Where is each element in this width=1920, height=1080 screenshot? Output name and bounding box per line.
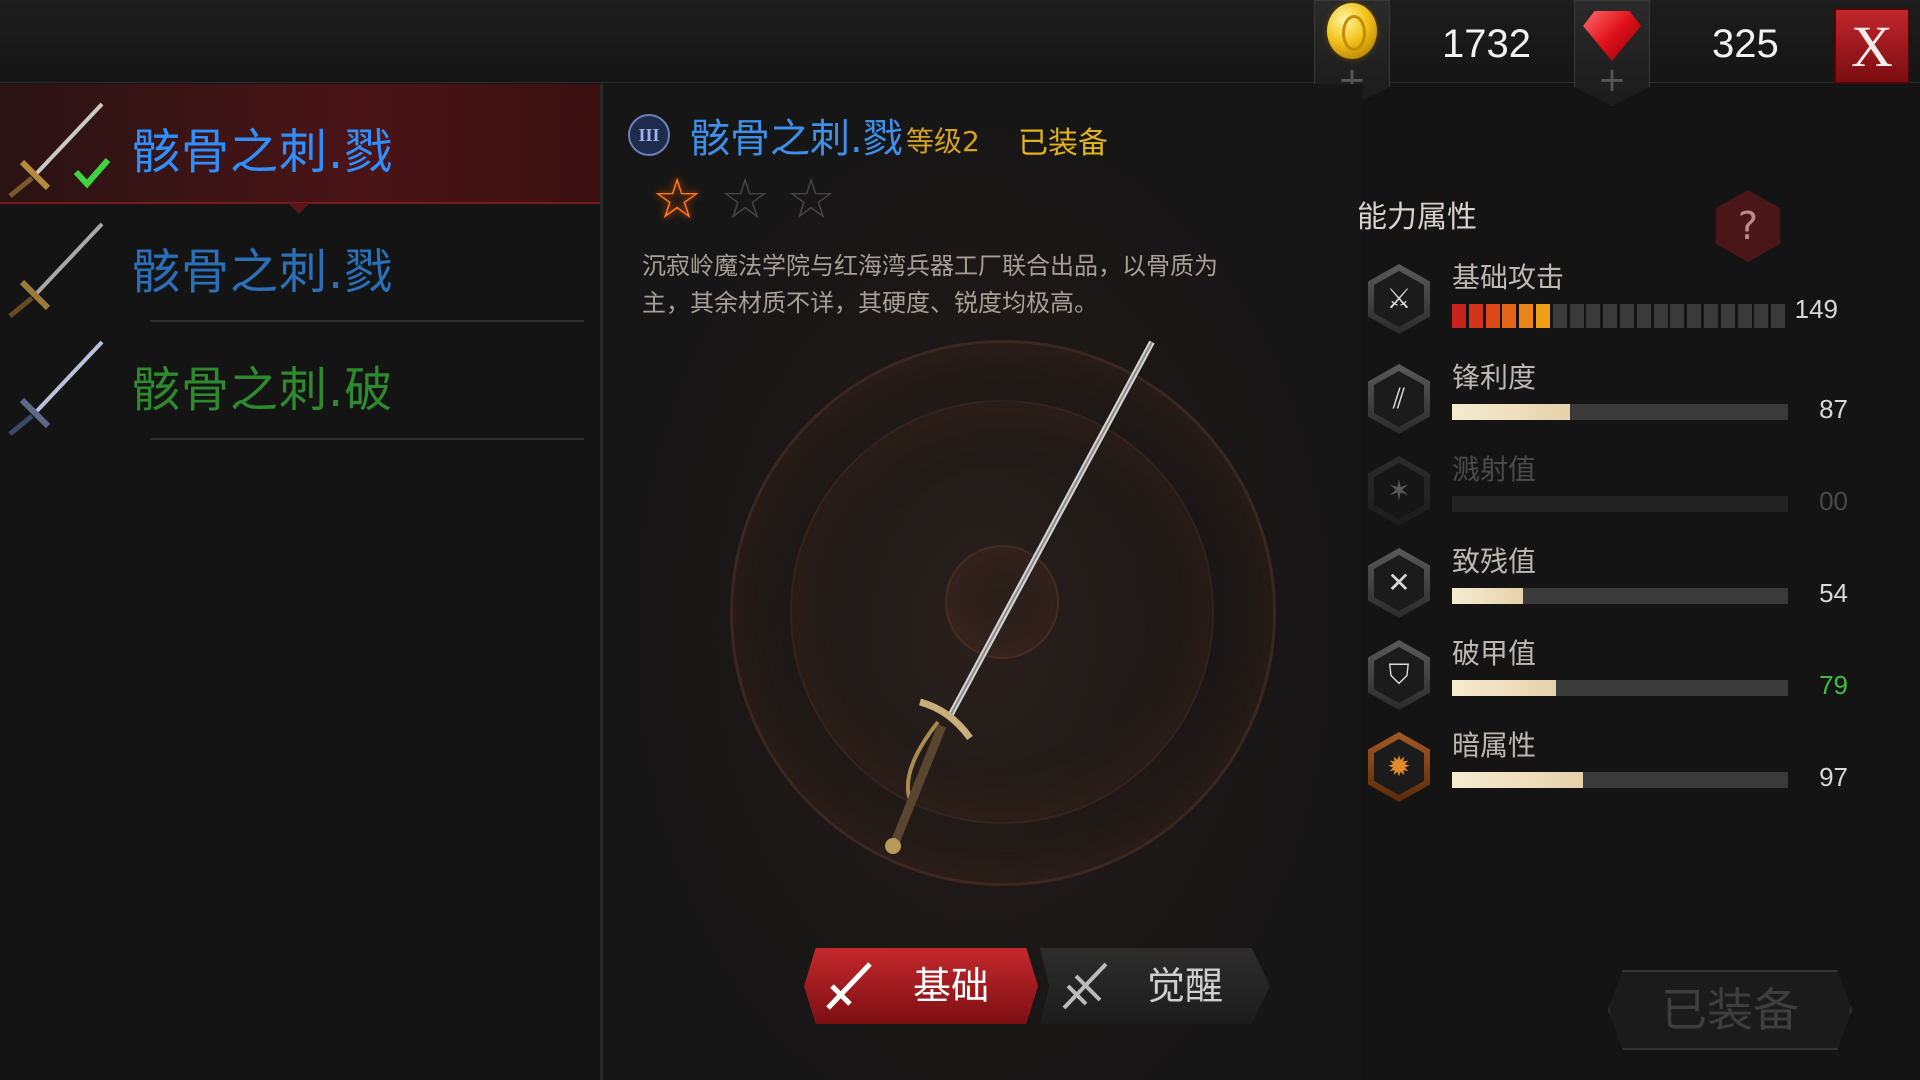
attack-icon: ⚔ [1368,264,1430,334]
gold-amount: 1732 [1442,22,1531,66]
stat-cripple: ✕ 致残值 54 [1368,545,1848,628]
weapon-list-label: 骸骨之刺.破 [132,362,394,418]
weapon-rapier-image [885,340,1155,854]
stat-bar-fill [1452,404,1570,420]
star-filled-icon: ☆ [652,167,703,232]
stat-name: 致残值 [1452,545,1537,578]
stat-bar [1452,496,1788,512]
weapon-level: 等级2 [906,125,980,158]
weapon-title: 骸骨之刺.戮 [690,116,903,162]
stat-value: 97 [1819,762,1848,792]
tab-basic[interactable]: 基础 [804,948,1038,1024]
stat-bar [1452,404,1788,420]
gem-amount: 325 [1712,22,1779,66]
attack-segment [1485,304,1500,328]
armor-break-icon: ⛉ [1368,640,1430,710]
awaken-blade-icon [1062,962,1108,1010]
attack-segment [1720,304,1735,328]
attack-segment [1687,304,1702,328]
stat-armor-break: ⛉ 破甲值 79 [1368,637,1848,720]
splash-icon: ✶ [1368,456,1430,526]
stat-base-attack: ⚔ 基础攻击 149 [1368,261,1848,344]
stat-name: 溅射值 [1452,453,1537,486]
attack-segment [1670,304,1685,328]
sharpness-icon: ⫽ [1368,364,1430,434]
close-button[interactable]: X [1834,8,1910,84]
star-empty-icon: ☆ [786,167,837,232]
weapon-description: 沉寂岭魔法学院与红海湾兵器工厂联合出品，以骨质为主，其余材质不详，其硬度、锐度均… [642,252,1218,317]
stat-splash: ✶ 溅射值 00 [1368,453,1848,536]
stat-value: 54 [1819,578,1848,608]
stat-dark-element: ✹ 暗属性 97 [1368,729,1848,812]
sword-icon [8,222,104,318]
weapon-list-label: 骸骨之刺.戮 [132,244,394,300]
attack-segment [1737,304,1752,328]
stat-name: 锋利度 [1452,361,1537,394]
cripple-icon: ✕ [1368,548,1430,618]
weapon-list-item[interactable]: 骸骨之刺.戮 [0,84,600,214]
top-bar: + 1732 + 325 X [0,0,1920,106]
gem-badge[interactable]: + [1574,0,1650,106]
stat-bar [1452,588,1788,604]
equipped-status: 已装备 [1018,126,1108,161]
basic-blade-icon [826,962,872,1010]
stat-value: 00 [1819,486,1848,516]
attack-segment [1536,304,1550,328]
attack-segment [1653,304,1668,328]
attack-segment [1468,304,1483,328]
stat-bar-fill [1452,588,1523,604]
tab-awaken-label: 觉醒 [1146,964,1223,1008]
attack-segment [1452,304,1466,328]
stat-bar [1452,772,1788,788]
ruby-icon [1583,11,1641,61]
sword-icon [8,340,104,436]
stat-value: 149 [1794,294,1838,324]
tab-awaken[interactable]: 觉醒 [1040,948,1270,1024]
stat-bar [1452,680,1788,696]
weapon-list-item[interactable]: 骸骨之刺.破 [0,322,600,440]
attack-segment [1603,304,1618,328]
tab-basic-label: 基础 [912,964,989,1008]
equipped-button[interactable]: 已装备 [1608,970,1852,1050]
help-icon[interactable]: ? [1716,190,1780,262]
stat-value: 79 [1819,670,1848,700]
tier-badge-icon: III [628,114,670,156]
stat-name: 基础攻击 [1452,261,1565,294]
attack-segment [1754,304,1769,328]
attack-segment [1502,304,1517,328]
attack-segment [1519,304,1534,328]
dark-element-icon: ✹ [1368,732,1430,802]
attack-segment [1771,304,1786,328]
attack-segment [1620,304,1634,328]
stat-name: 暗属性 [1452,729,1537,762]
attack-segment [1586,304,1601,328]
weapon-list-label: 骸骨之刺.戮 [132,124,394,180]
attributes-title: 能力属性 [1357,200,1477,235]
add-gem-icon[interactable]: + [1575,63,1649,97]
attack-segment [1552,304,1567,328]
stat-bar-fill [1452,680,1557,696]
weapon-list: 骸骨之刺.戮 骸骨之刺.戮 骸骨之刺.破 [0,84,603,1080]
equipped-check-icon [73,158,111,189]
stat-bar-fill [1452,772,1584,788]
stat-sharpness: ⫽ 锋利度 87 [1368,361,1848,444]
gold-coin-icon [1327,3,1377,59]
stat-value: 87 [1819,394,1848,424]
star-empty-icon: ☆ [720,167,771,232]
stat-name: 破甲值 [1452,637,1537,670]
weapon-list-item[interactable]: 骸骨之刺.戮 [0,204,600,322]
attack-segment [1704,304,1718,328]
attack-segment [1569,304,1584,328]
list-divider [150,438,584,440]
attack-segment [1636,304,1651,328]
